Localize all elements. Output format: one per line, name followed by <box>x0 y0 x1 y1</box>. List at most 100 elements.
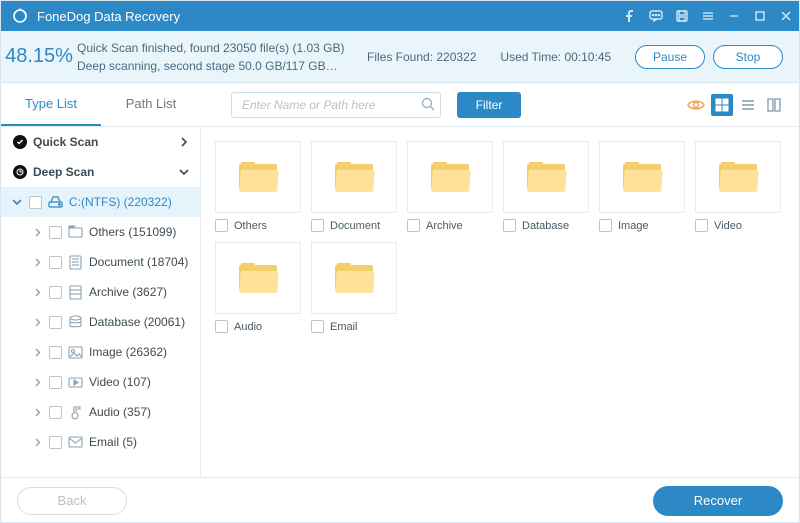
chevron-down-icon <box>11 198 23 206</box>
type-icon <box>68 345 83 360</box>
grid-card[interactable]: Email <box>311 242 397 333</box>
app-title: FoneDog Data Recovery <box>37 9 180 24</box>
sidebar-item[interactable]: Video (107) <box>1 367 200 397</box>
type-icon <box>68 315 83 330</box>
sidebar-item-label: Audio (357) <box>89 405 151 419</box>
status-bar: 48.15% Quick Scan finished, found 23050 … <box>1 31 799 83</box>
sidebar-item[interactable]: Email (5) <box>1 427 200 457</box>
filter-button[interactable]: Filter <box>457 92 521 118</box>
sidebar-deep-scan[interactable]: Deep Scan <box>1 157 200 187</box>
sidebar-item[interactable]: Others (151099) <box>1 217 200 247</box>
drive-checkbox[interactable] <box>29 196 42 209</box>
folder-icon <box>239 162 277 192</box>
search-input[interactable] <box>231 92 441 118</box>
card-label: Email <box>330 321 358 333</box>
type-icon <box>68 375 83 390</box>
sidebar-item-label: Video (107) <box>89 375 151 389</box>
search-icon[interactable] <box>421 97 435 116</box>
sidebar-item[interactable]: Database (20061) <box>1 307 200 337</box>
chevron-right-icon <box>31 438 43 447</box>
folder-icon <box>335 263 373 293</box>
item-checkbox[interactable] <box>49 436 62 449</box>
item-checkbox[interactable] <box>49 376 62 389</box>
item-checkbox[interactable] <box>49 226 62 239</box>
grid-card[interactable]: Video <box>695 141 781 232</box>
sidebar-item[interactable]: Audio (357) <box>1 397 200 427</box>
pause-button[interactable]: Pause <box>635 45 705 69</box>
sidebar-quick-scan[interactable]: Quick Scan <box>1 127 200 157</box>
scan-messages: Quick Scan finished, found 23050 file(s)… <box>77 39 367 75</box>
file-grid: Others Document ArchiveDatabase Image Video A… <box>201 127 799 477</box>
app-logo-icon <box>11 7 29 25</box>
sidebar-item-label: Archive (3627) <box>89 285 167 299</box>
view-switcher <box>685 94 799 116</box>
card-checkbox[interactable] <box>215 320 228 333</box>
card-label: Video <box>714 220 742 232</box>
feedback-icon[interactable] <box>643 1 669 31</box>
tab-path-list[interactable]: Path List <box>101 83 201 126</box>
card-checkbox[interactable] <box>311 219 324 232</box>
card-checkbox[interactable] <box>599 219 612 232</box>
item-checkbox[interactable] <box>49 346 62 359</box>
sidebar-item-label: Others (151099) <box>89 225 176 239</box>
stop-button[interactable]: Stop <box>713 45 783 69</box>
card-checkbox[interactable] <box>407 219 420 232</box>
folder-thumb <box>407 141 493 213</box>
sidebar-item-label: Image (26362) <box>89 345 167 359</box>
tab-type-list[interactable]: Type List <box>1 83 101 126</box>
type-icon <box>68 225 83 240</box>
preview-eye-icon[interactable] <box>685 94 707 116</box>
card-checkbox[interactable] <box>311 320 324 333</box>
sidebar-item[interactable]: Archive (3627) <box>1 277 200 307</box>
card-checkbox[interactable] <box>503 219 516 232</box>
close-icon[interactable] <box>773 1 799 31</box>
view-grid-icon[interactable] <box>711 94 733 116</box>
minimize-icon[interactable] <box>721 1 747 31</box>
drive-label: C:(NTFS) (220322) <box>69 195 172 209</box>
recover-button[interactable]: Recover <box>653 486 783 516</box>
sidebar-item[interactable]: Document (18704) <box>1 247 200 277</box>
card-label: Image <box>618 220 649 232</box>
view-detail-icon[interactable] <box>763 94 785 116</box>
card-label: Others <box>234 220 267 232</box>
grid-card[interactable]: Others <box>215 141 301 232</box>
chevron-down-icon <box>178 168 190 176</box>
type-icon <box>68 255 83 270</box>
chevron-right-icon <box>178 137 190 147</box>
folder-thumb <box>503 141 589 213</box>
grid-card[interactable]: Archive <box>407 141 493 232</box>
grid-card[interactable]: Document <box>311 141 397 232</box>
item-checkbox[interactable] <box>49 406 62 419</box>
folder-icon <box>623 162 661 192</box>
item-checkbox[interactable] <box>49 256 62 269</box>
card-checkbox[interactable] <box>215 219 228 232</box>
type-icon <box>68 435 83 450</box>
menu-icon[interactable] <box>695 1 721 31</box>
chevron-right-icon <box>31 258 43 267</box>
sidebar-drive[interactable]: C:(NTFS) (220322) <box>1 187 200 217</box>
chevron-right-icon <box>31 228 43 237</box>
chevron-right-icon <box>31 288 43 297</box>
folder-icon <box>431 162 469 192</box>
item-checkbox[interactable] <box>49 286 62 299</box>
facebook-icon[interactable] <box>617 1 643 31</box>
folder-thumb <box>311 242 397 314</box>
back-button[interactable]: Back <box>17 487 127 515</box>
folder-thumb <box>311 141 397 213</box>
sidebar-item[interactable]: Image (26362) <box>1 337 200 367</box>
grid-card[interactable]: Image <box>599 141 685 232</box>
grid-card[interactable]: Database <box>503 141 589 232</box>
item-checkbox[interactable] <box>49 316 62 329</box>
scan-percent: 48.15% <box>1 45 77 68</box>
grid-card[interactable]: Audio <box>215 242 301 333</box>
save-icon[interactable] <box>669 1 695 31</box>
folder-icon <box>335 162 373 192</box>
chevron-right-icon <box>31 348 43 357</box>
card-checkbox[interactable] <box>695 219 708 232</box>
view-list-icon[interactable] <box>737 94 759 116</box>
folder-icon <box>527 162 565 192</box>
title-bar: FoneDog Data Recovery <box>1 1 799 31</box>
sidebar-item-label: Database (20061) <box>89 315 185 329</box>
card-label: Document <box>330 220 380 232</box>
maximize-icon[interactable] <box>747 1 773 31</box>
